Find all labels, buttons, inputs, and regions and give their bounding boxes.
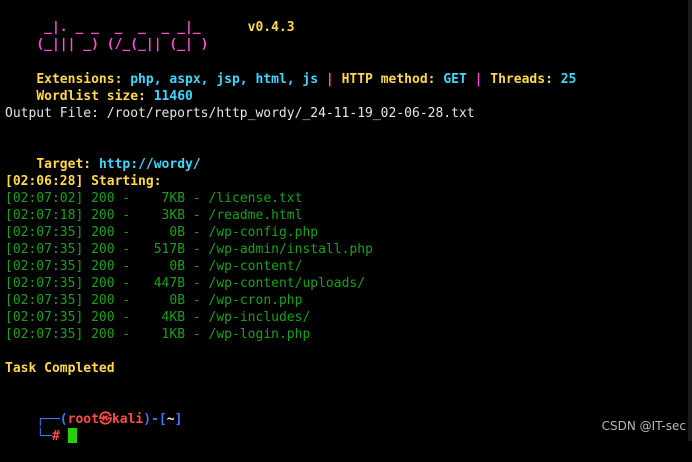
- csdn-watermark: CSDN @IT-sec: [601, 419, 686, 433]
- target-value: http://wordy/: [98, 157, 201, 172]
- target-line: Target: http://wordy/: [5, 139, 200, 172]
- http-method-label: HTTP method:: [341, 72, 436, 87]
- result-status: 200: [91, 293, 115, 308]
- result-path: /wp-admin/install.php: [208, 242, 373, 257]
- banner-logo-text-2: (_||| _) (/_(_|| (_| ): [36, 37, 209, 52]
- result-status: 200: [91, 208, 115, 223]
- wordlist-label: Wordlist size:: [36, 89, 146, 104]
- result-status: 200: [91, 191, 115, 206]
- wordlist-line: Wordlist size: 11460: [5, 71, 193, 104]
- result-time: [02:07:35]: [5, 327, 84, 342]
- starting-line: [02:06:28] Starting:: [5, 174, 162, 189]
- banner-logo-line1: _|. _ _ _ _ _ _|_ v0.4.3: [5, 2, 295, 35]
- result-size: 4KB: [138, 310, 186, 325]
- banner-logo-line2: (_||| _) (/_(_|| (_| ): [5, 19, 208, 52]
- result-row: [02:07:35] 200 - 0B - /wp-cron.php: [5, 293, 303, 308]
- result-status: 200: [91, 327, 115, 342]
- prompt-line-1: ┌──(root㉿kali)-[~]: [5, 394, 182, 427]
- result-row: [02:07:35] 200 - 1KB - /wp-login.php: [5, 327, 311, 342]
- threads-value: 25: [560, 72, 577, 87]
- result-path: /wp-includes/: [208, 310, 311, 325]
- target-label: Target:: [36, 157, 92, 172]
- result-size: 0B: [138, 225, 186, 240]
- config-line: Extensions: php, aspx, jsp, html, js | H…: [5, 54, 576, 87]
- result-status: 200: [91, 310, 115, 325]
- result-row: [02:07:35] 200 - 447B - /wp-content/uplo…: [5, 276, 366, 291]
- result-time: [02:07:35]: [5, 310, 84, 325]
- result-status: 200: [91, 276, 115, 291]
- result-time: [02:07:35]: [5, 293, 84, 308]
- prompt-line-2[interactable]: └─#: [5, 411, 77, 444]
- result-path: /wp-content/: [208, 259, 303, 274]
- result-row: [02:07:35] 200 - 0B - /wp-config.php: [5, 225, 319, 240]
- prompt-hash: #: [51, 429, 60, 444]
- result-row: [02:07:35] 200 - 517B - /wp-admin/instal…: [5, 242, 373, 257]
- result-time: [02:07:18]: [5, 208, 84, 223]
- result-status: 200: [91, 242, 115, 257]
- output-file-line: Output File: /root/reports/http_wordy/_2…: [5, 106, 475, 121]
- wordlist-value: 11460: [153, 89, 193, 104]
- result-path: /wp-config.php: [208, 225, 319, 240]
- prompt-frame: └─: [36, 429, 52, 444]
- result-time: [02:07:35]: [5, 225, 84, 240]
- separator: |: [325, 72, 334, 87]
- result-path: /wp-cron.php: [208, 293, 303, 308]
- threads-label: Threads:: [490, 72, 553, 87]
- result-path: /wp-login.php: [208, 327, 311, 342]
- result-row: [02:07:02] 200 - 7KB - /license.txt: [5, 191, 303, 206]
- banner-version: v0.4.3: [247, 20, 295, 35]
- result-size: 7KB: [138, 191, 186, 206]
- prompt-host: kali: [111, 412, 144, 427]
- terminal-window[interactable]: _|. _ _ _ _ _ _|_ v0.4.3 (_||| _) (/_(_|…: [0, 0, 692, 444]
- result-size: 0B: [138, 293, 186, 308]
- result-size: 517B: [138, 242, 186, 257]
- prompt-frame: ]: [174, 412, 183, 427]
- separator: |: [474, 72, 483, 87]
- prompt-directory: ~: [166, 412, 175, 427]
- scrollbar[interactable]: [688, 0, 692, 441]
- prompt-at-symbol: ㉿: [98, 412, 112, 427]
- result-time: [02:07:35]: [5, 242, 84, 257]
- result-row: [02:07:35] 200 - 4KB - /wp-includes/: [5, 310, 311, 325]
- result-path: /readme.html: [208, 208, 303, 223]
- result-path: /wp-content/uploads/: [208, 276, 366, 291]
- task-completed-line: Task Completed: [5, 361, 115, 376]
- result-row: [02:07:18] 200 - 3KB - /readme.html: [5, 208, 303, 223]
- result-status: 200: [91, 225, 115, 240]
- result-size: 1KB: [138, 327, 186, 342]
- result-size: 3KB: [138, 208, 186, 223]
- result-path: /license.txt: [208, 191, 303, 206]
- result-time: [02:07:02]: [5, 191, 84, 206]
- result-time: [02:07:35]: [5, 259, 84, 274]
- result-status: 200: [91, 259, 115, 274]
- http-method-value: GET: [443, 72, 467, 87]
- prompt-frame: )-[: [143, 412, 167, 427]
- result-size: 447B: [138, 276, 186, 291]
- result-time: [02:07:35]: [5, 276, 84, 291]
- result-size: 0B: [138, 259, 186, 274]
- result-row: [02:07:35] 200 - 0B - /wp-content/: [5, 259, 303, 274]
